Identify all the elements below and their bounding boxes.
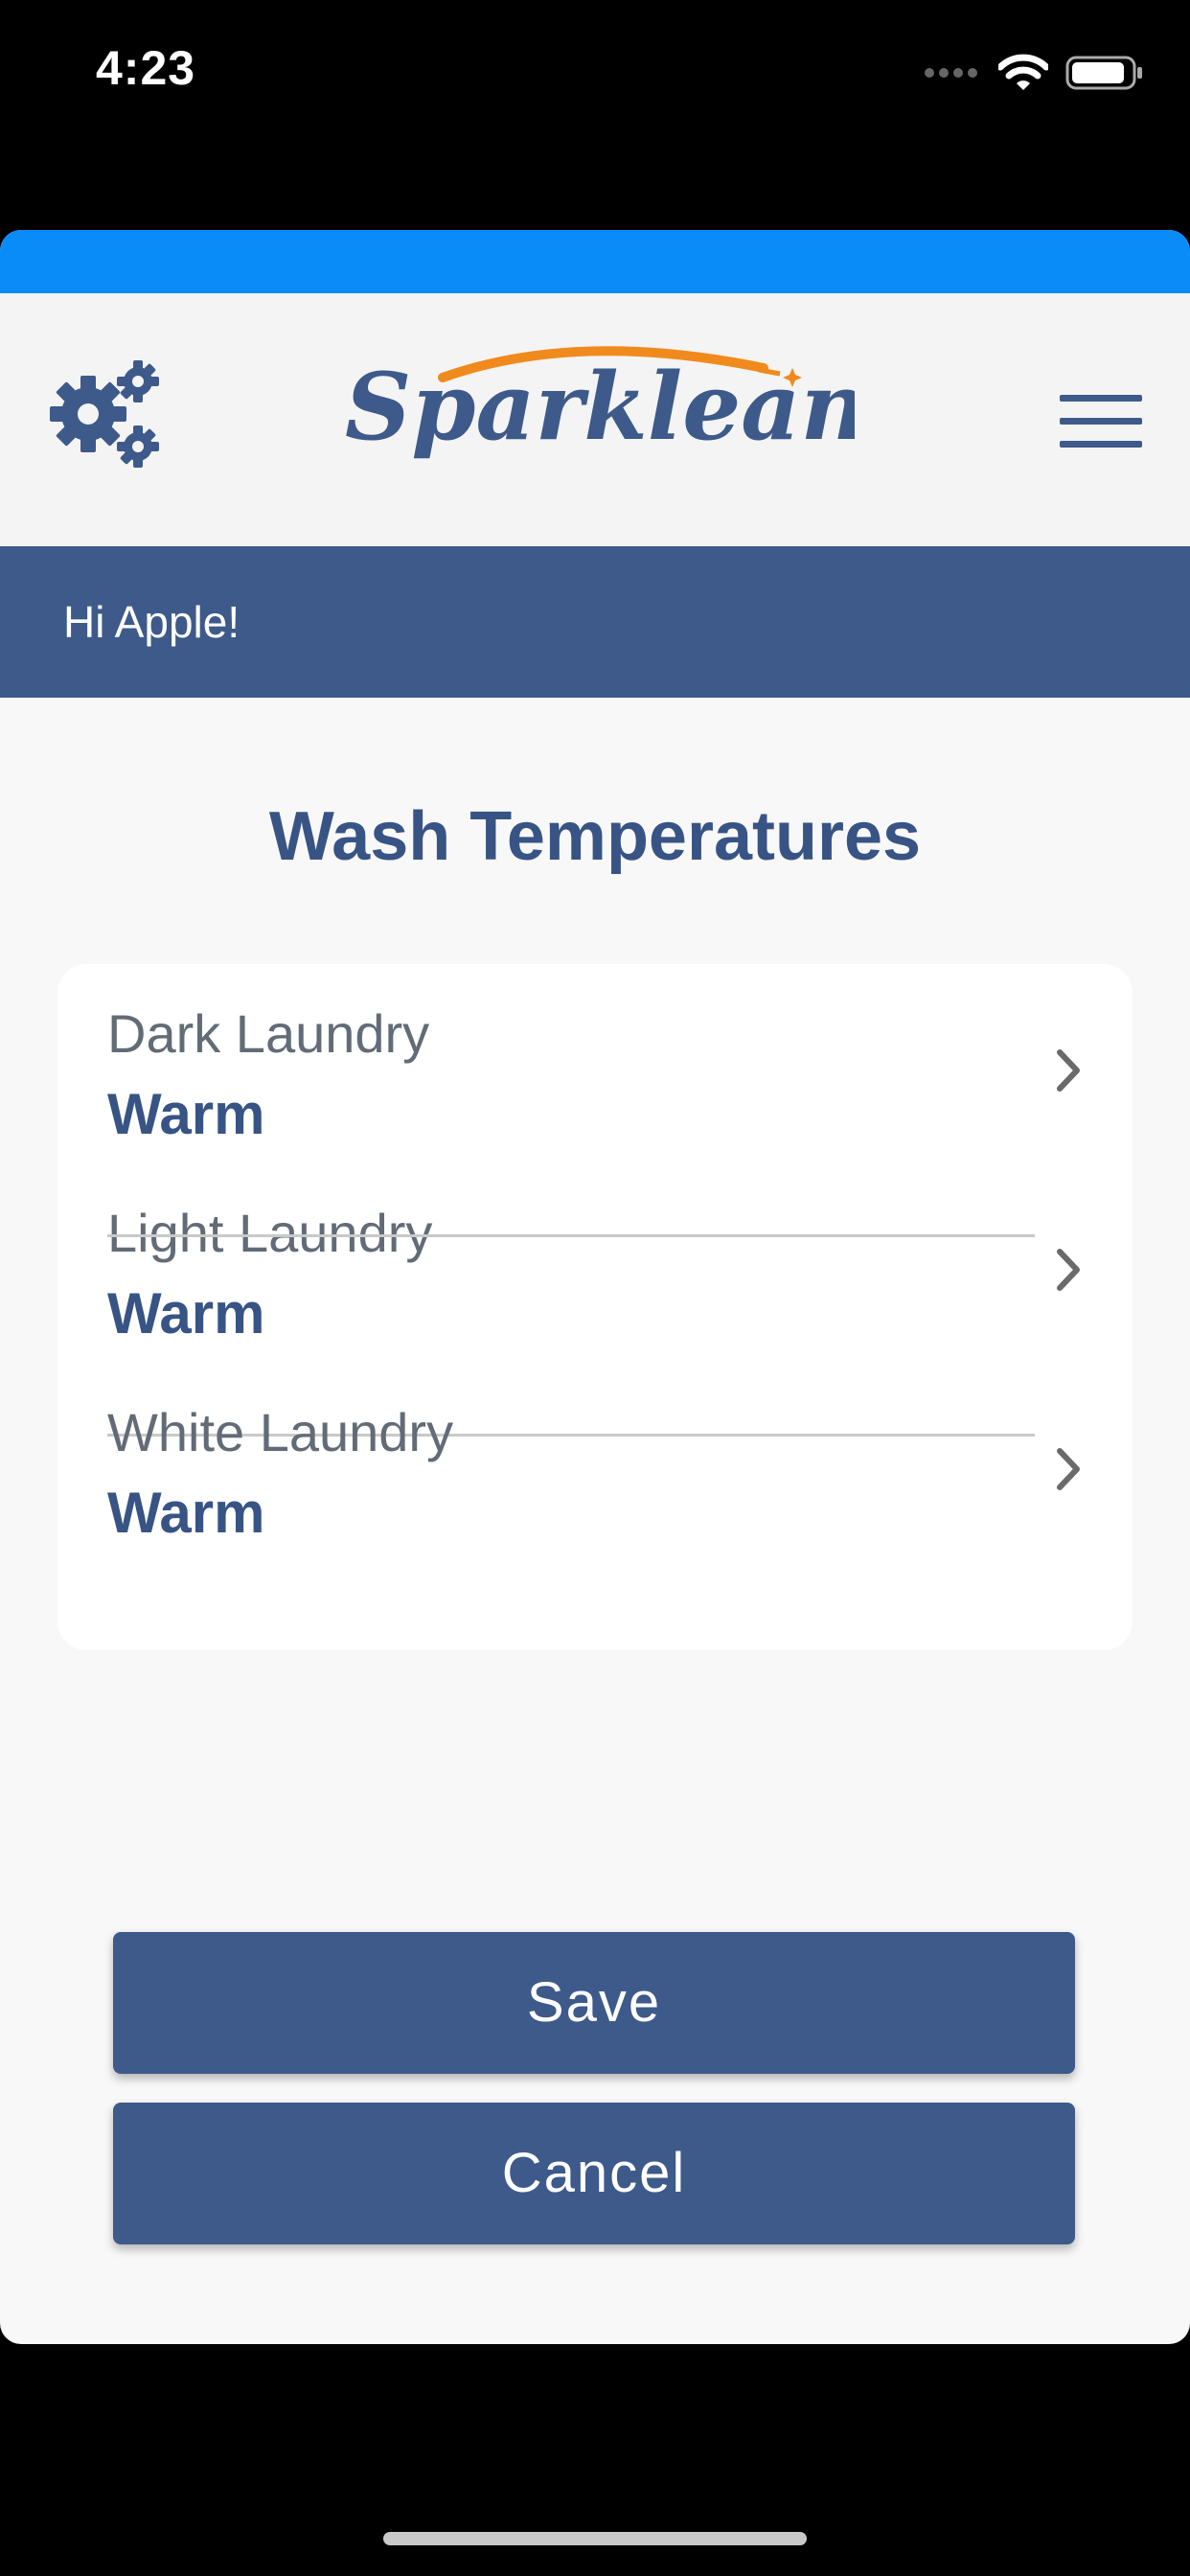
logo-text: Sparklean: [345, 353, 855, 461]
list-item-white-laundry[interactable]: White Laundry Warm: [107, 1363, 1133, 1562]
top-accent-bar: [0, 230, 1190, 293]
wash-temperature-list: Dark Laundry Warm Light Laundry Warm Whi…: [57, 964, 1133, 1650]
menu-button[interactable]: [1060, 395, 1142, 448]
wifi-icon: [998, 54, 1048, 90]
gears-icon: [50, 360, 159, 468]
save-button[interactable]: Save: [113, 1932, 1075, 2074]
list-divider: [107, 1234, 1035, 1237]
list-item-label: Dark Laundry: [107, 1003, 430, 1064]
list-item-label: White Laundry: [107, 1402, 454, 1462]
page-title: Wash Temperatures: [268, 798, 922, 875]
list-item-value: Warm: [107, 1281, 265, 1346]
settings-button[interactable]: [42, 353, 167, 477]
chevron-right-icon: [1057, 1249, 1080, 1291]
chevron-right-icon: [1057, 1448, 1080, 1490]
list-item-dark-laundry[interactable]: Dark Laundry Warm: [107, 964, 1133, 1163]
hamburger-menu-icon: [1060, 441, 1142, 448]
list-item-label: Light Laundry: [107, 1203, 433, 1263]
list-item-value: Warm: [107, 1481, 265, 1545]
greeting-text: Hi Apple!: [63, 597, 240, 647]
battery-icon: [1065, 56, 1142, 90]
home-indicator[interactable]: [383, 2532, 807, 2545]
list-item-light-laundry[interactable]: Light Laundry Warm: [107, 1163, 1133, 1363]
status-bar: 4:23: [0, 0, 1190, 144]
sparklean-logo: Sparklean: [337, 332, 867, 494]
app-sheet: Sparklean Hi Apple! Wash Temperatures Da…: [0, 230, 1190, 2344]
cellular-signal-icon: [925, 68, 977, 78]
hamburger-menu-icon: [1060, 418, 1142, 425]
status-icons: [924, 54, 1144, 92]
app-header: Sparklean: [0, 293, 1190, 546]
hamburger-menu-icon: [1060, 395, 1142, 402]
status-time: 4:23: [96, 41, 196, 95]
greeting-bar: Hi Apple!: [0, 546, 1190, 698]
cancel-button[interactable]: Cancel: [113, 2103, 1075, 2244]
chevron-right-icon: [1057, 1049, 1080, 1092]
list-item-value: Warm: [107, 1082, 265, 1146]
